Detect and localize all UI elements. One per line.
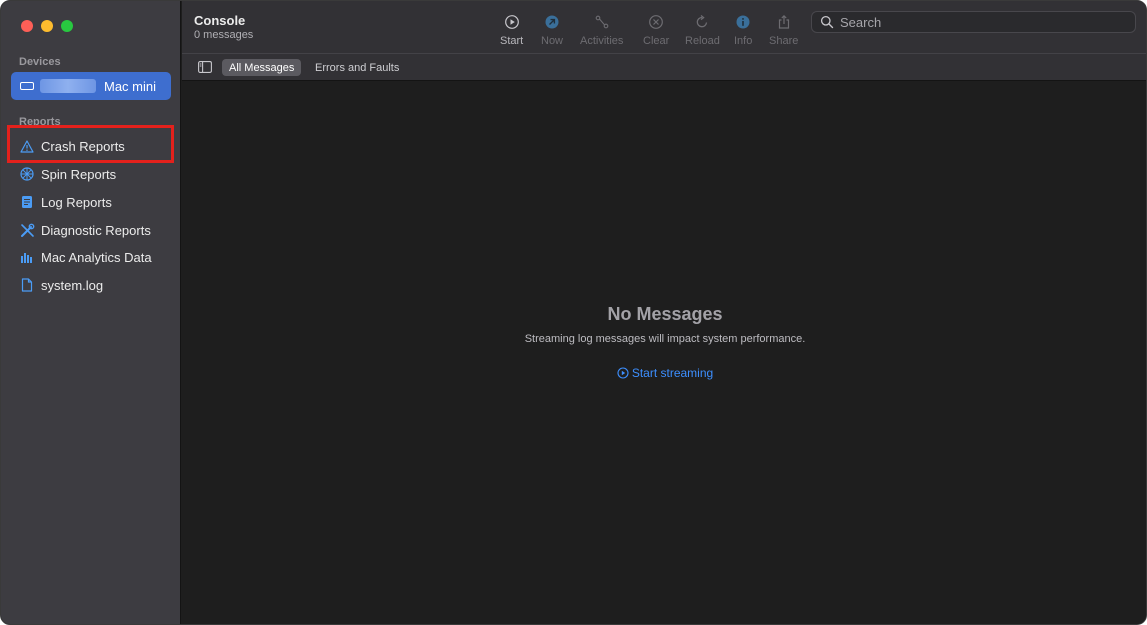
reports-section-label: Reports	[19, 116, 61, 128]
clear-x-icon	[648, 11, 664, 33]
search-icon	[820, 15, 834, 29]
sidebar-item-label: system.log	[41, 277, 104, 293]
reload-button[interactable]: Reload	[685, 11, 720, 47]
wrench-screwdriver-icon	[19, 222, 35, 238]
zoom-window-button[interactable]	[61, 20, 73, 32]
search-field[interactable]	[811, 11, 1136, 33]
share-icon	[776, 11, 792, 33]
start-streaming-link[interactable]: Start streaming	[182, 366, 1146, 380]
close-window-button[interactable]	[21, 20, 33, 32]
play-circle-icon	[617, 367, 629, 379]
start-button[interactable]: Start	[500, 11, 523, 47]
sidebar-item-label: Diagnostic Reports	[41, 222, 151, 238]
sidebar-toggle-icon[interactable]	[198, 61, 212, 73]
file-icon	[19, 277, 35, 293]
play-circle-icon	[504, 11, 520, 33]
window-controls	[21, 20, 73, 32]
sidebar-item-log-reports[interactable]: Log Reports	[11, 189, 171, 215]
console-window: Devices Mac mini Reports Crash Reports S…	[0, 0, 1147, 625]
activities-icon	[594, 11, 610, 33]
sidebar-item-spin-reports[interactable]: Spin Reports	[11, 161, 171, 187]
message-count: 0 messages	[194, 29, 254, 41]
toolbar: Console 0 messages Start Now Activities …	[182, 1, 1146, 53]
bar-chart-icon	[19, 249, 35, 265]
mac-mini-icon	[20, 82, 34, 90]
devices-section-label: Devices	[19, 56, 61, 68]
sidebar-item-label: Crash Reports	[41, 138, 125, 154]
sidebar-item-label: Mac Analytics Data	[41, 249, 152, 265]
sidebar: Devices Mac mini Reports Crash Reports S…	[1, 1, 181, 624]
app-title: Console	[194, 13, 246, 28]
warning-triangle-icon	[19, 138, 35, 154]
start-streaming-label: Start streaming	[631, 366, 714, 380]
device-name-label: Mac mini	[104, 78, 157, 94]
filter-bar: All Messages Errors and Faults	[182, 53, 1146, 81]
now-arrow-icon	[544, 11, 560, 33]
empty-state-subtitle: Streaming log messages will impact syste…	[524, 333, 806, 345]
sidebar-item-system-log[interactable]: system.log	[11, 272, 171, 298]
sidebar-item-label: Log Reports	[41, 194, 112, 210]
activities-button[interactable]: Activities	[580, 11, 623, 47]
sidebar-item-mac-analytics-data[interactable]: Mac Analytics Data	[11, 244, 171, 270]
info-icon	[735, 11, 751, 33]
info-button[interactable]: Info	[734, 11, 752, 47]
empty-state-title: No Messages	[607, 304, 723, 324]
message-list-area: No Messages Streaming log messages will …	[182, 82, 1146, 624]
reload-icon	[694, 11, 710, 33]
sidebar-item-device[interactable]: Mac mini	[11, 72, 171, 100]
sidebar-item-diagnostic-reports[interactable]: Diagnostic Reports	[11, 217, 171, 243]
document-icon	[19, 194, 35, 210]
minimize-window-button[interactable]	[41, 20, 53, 32]
redacted-device-name	[40, 79, 96, 93]
share-button[interactable]: Share	[769, 11, 798, 47]
now-button[interactable]: Now	[541, 11, 563, 47]
tab-errors-and-faults[interactable]: Errors and Faults	[308, 59, 406, 76]
clear-button[interactable]: Clear	[643, 11, 669, 47]
tab-all-messages[interactable]: All Messages	[222, 59, 302, 76]
search-input[interactable]	[840, 14, 1120, 30]
sidebar-item-crash-reports[interactable]: Crash Reports	[11, 133, 171, 159]
spin-wheel-icon	[19, 166, 35, 182]
sidebar-item-label: Spin Reports	[41, 166, 117, 182]
